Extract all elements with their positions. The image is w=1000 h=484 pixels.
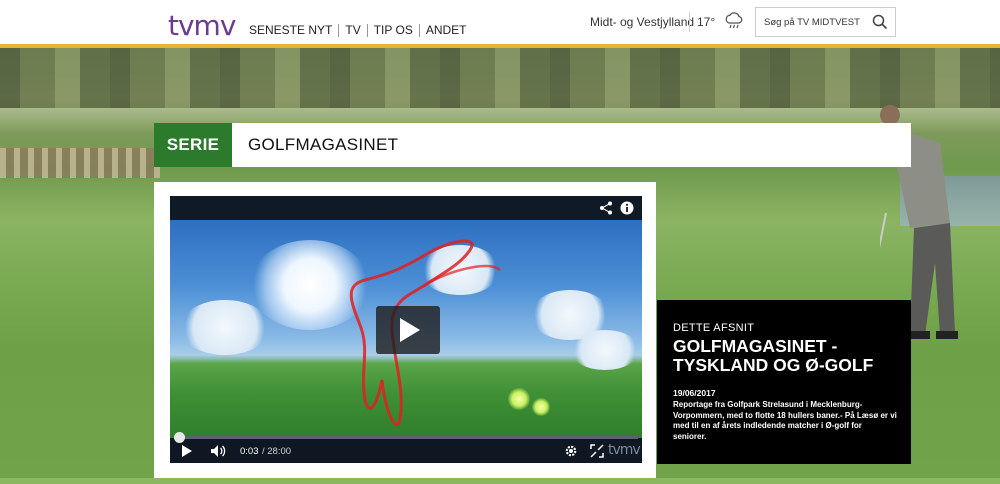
- nav-item-seneste-nyt[interactable]: SENESTE NYT: [249, 24, 340, 37]
- cloud: [570, 330, 640, 370]
- ball-glow: [508, 388, 530, 410]
- site-header: tvmv SENESTE NYT TV TIP OS ANDET Midt- o…: [0, 0, 1000, 47]
- nav-item-andet[interactable]: ANDET: [420, 24, 473, 37]
- progress-bar[interactable]: [174, 432, 638, 443]
- search-box: [755, 7, 896, 37]
- play-button[interactable]: [376, 306, 440, 354]
- tvmv-logo[interactable]: tvmv: [168, 9, 236, 42]
- fence: [0, 148, 160, 178]
- fullscreen-icon[interactable]: [590, 444, 604, 458]
- search-icon[interactable]: [872, 14, 888, 30]
- search-input[interactable]: [756, 8, 868, 36]
- episode-date: 19/06/2017: [673, 388, 716, 398]
- rain-cloud-icon: [725, 12, 743, 29]
- play-icon[interactable]: [181, 444, 193, 458]
- temperature: 17°: [697, 15, 716, 29]
- episode-info-box: DETTE AFSNIT GOLFMAGASINET - TYSKLAND OG…: [657, 300, 911, 464]
- series-tag: SERIE: [154, 123, 232, 167]
- progress-handle[interactable]: [174, 432, 185, 443]
- share-icon[interactable]: [599, 201, 613, 215]
- header-divider: [689, 12, 690, 32]
- volume-icon[interactable]: [210, 444, 226, 458]
- episode-description: Reportage fra Golfpark Strelasund i Meck…: [673, 400, 897, 441]
- video-player[interactable]: 0:03 / 28:00 tvmv: [170, 196, 642, 463]
- ball-glow: [532, 398, 550, 416]
- player-top-bar: [170, 196, 642, 220]
- series-header: SERIE GOLFMAGASINET: [154, 123, 911, 167]
- nav-item-tv[interactable]: TV: [339, 24, 368, 37]
- region-selector[interactable]: Midt- og Vestjylland: [590, 15, 694, 29]
- info-icon[interactable]: [620, 201, 634, 215]
- main-nav: SENESTE NYT TV TIP OS ANDET: [249, 24, 473, 37]
- current-time: 0:03: [240, 446, 259, 457]
- player-watermark: tvmv: [608, 442, 641, 458]
- tree-line: [0, 48, 1000, 108]
- cloud: [180, 300, 270, 355]
- nav-item-tip-os[interactable]: TIP OS: [368, 24, 420, 37]
- series-title[interactable]: GOLFMAGASINET: [248, 135, 398, 155]
- gear-icon[interactable]: [564, 444, 578, 458]
- episode-label: DETTE AFSNIT: [673, 322, 755, 334]
- episode-title[interactable]: GOLFMAGASINET - TYSKLAND OG Ø-GOLF: [673, 337, 897, 375]
- total-duration: / 28:00: [262, 446, 292, 457]
- bottom-strip: [0, 478, 1000, 484]
